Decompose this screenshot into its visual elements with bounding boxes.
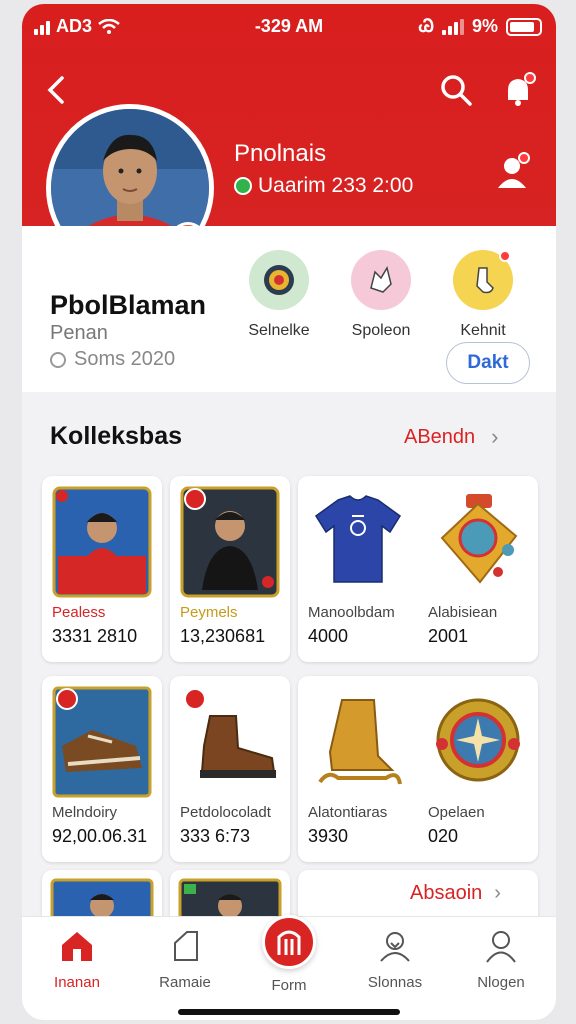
profile-since: Soms 2020 [50,348,175,371]
item-name: Alatontiaras [308,804,388,821]
status-bar: AD3 -329 AM Ꮚ 9% [22,4,556,48]
mini-avatar-dot [518,152,530,164]
status-right: Ꮚ 9% [419,16,542,37]
item-price: 2001 [428,626,469,646]
collection-item-pair: Alatontiaras 3930 Opelaen 020 [298,676,538,862]
hero-title: Pnolnais [234,140,327,167]
notifications-button[interactable] [498,70,538,110]
nav-item-nlogen[interactable]: Nlogen [456,929,546,991]
center-add-button[interactable] [262,915,316,969]
item-price: 3930 [308,826,349,846]
item-name: Petdolocoladt [180,804,271,821]
back-button[interactable] [42,72,72,108]
user-icon [486,931,516,963]
center-add-icon [277,930,301,955]
item-price: 13,230681 [180,626,266,646]
nav-label: Inanan [54,974,100,991]
collection-title: Kolleksbas [50,422,183,450]
collection-item[interactable]: Alatontiaras 3930 [298,676,418,862]
item-price: 333 6:73 [180,826,251,846]
battery-icon [506,17,542,36]
quick-action-dot [499,250,511,262]
tag-icon [174,931,198,961]
profile-since-text: Soms 2020 [74,348,176,370]
item-price: 020 [428,826,459,846]
jersey-icon [308,486,408,598]
collection-item-pair: Manoolbdam 4000 Alabisiean 2001 [298,476,538,662]
bottom-nav: Inanan Ramaie Form Slonnas Nlogen [22,915,556,1020]
collection-item[interactable]: Alabisiean 2001 [418,476,538,662]
item-price: 92,00.06.31 [52,826,148,846]
nav-item-form[interactable]: Form [244,977,334,994]
player-card-red-icon [52,486,152,598]
phone-screen: AD3 -329 AM Ꮚ 9% Pnolnais Uaarim 233 2:0… [22,4,556,1020]
collection-item[interactable]: Manoolbdam 4000 [298,476,418,662]
quick-action-kehnit[interactable]: Kehnit [438,250,528,340]
item-price: 3331 2810 [52,626,138,646]
nav-item-inanan[interactable]: Inanan [32,929,122,991]
item-name: Manoolbdam [308,604,395,621]
collection-grid: Pealess 3331 2810 Peymels 13,230681 Mano… [42,476,538,876]
profile-role: Penan [50,322,108,344]
nav-item-ramaie[interactable]: Ramaie [140,929,230,991]
hero-subtitle-text: Uaarim 233 2:00 [258,174,414,197]
quick-action-spoleon[interactable]: Spoleon [336,250,426,340]
nav-label: Ramaie [159,974,211,991]
item-price: 4000 [308,626,349,646]
profile-panel: PbolBlaman Penan Soms 2020 Selnelke Spol… [22,226,556,392]
search-icon [441,75,472,106]
collection-item[interactable]: Melndoiry 92,00.06.31 [42,676,162,862]
collection-row: Pealess 3331 2810 Peymels 13,230681 Mano… [42,476,538,662]
home-indicator [178,1009,400,1015]
battery-percent: 9% [471,16,498,36]
signal-strength-icon [441,18,464,35]
sock-icon [453,250,513,310]
network-indicator: Ꮚ [418,16,434,36]
quick-action-selnelke[interactable]: Selnelke [234,250,324,340]
quick-action-label: Spoleon [351,322,411,339]
item-name: Pealess [52,604,106,621]
item-badge [56,688,78,710]
item-name: Opelaen [428,804,485,821]
collection-link-text: ABendn [404,425,476,448]
item-badge [184,688,206,710]
medal-icon [428,486,528,598]
collection-item[interactable]: Peymels 13,230681 [170,476,290,662]
badge-icon [428,686,528,798]
soccer-ball-icon [249,250,309,310]
chevron-right-icon: › [491,424,499,449]
quick-action-label: Selnelke [248,322,310,339]
collection-see-all-link[interactable]: ABendn › [404,424,499,450]
item-name: Peymels [180,604,238,621]
home-icon [62,932,92,961]
clock-icon [50,351,66,368]
golden-boot-icon [308,686,408,798]
quick-action-label: Kehnit [460,322,506,339]
collection-row: Melndoiry 92,00.06.31 Petdolocoladt 333 … [42,676,538,862]
nav-item-slonnas[interactable]: Slonnas [350,929,440,991]
item-name: Alabisiean [428,604,498,621]
item-badge [184,488,206,510]
collection-item[interactable]: Opelaen 020 [418,676,538,862]
collection-item[interactable]: Petdolocoladt 333 6:73 [170,676,290,862]
nav-label: Nlogen [477,974,525,991]
notification-dot [524,72,536,84]
chevron-left-icon [47,76,64,104]
search-button[interactable] [438,72,474,108]
mini-avatar[interactable] [492,152,532,192]
dakt-button[interactable]: Dakt [446,342,530,384]
profile-name: PbolBlaman [50,290,207,320]
nav-label: Slonnas [367,974,423,991]
profile-heart-icon [380,932,410,962]
collection-item[interactable]: Pealess 3331 2810 [42,476,162,662]
more-link[interactable]: Absaoin › [410,882,501,905]
more-link-text: Absaoin [410,882,483,904]
hero-subtitle: Uaarim 233 2:00 [234,174,413,198]
item-name: Melndoiry [52,804,118,821]
verified-icon [234,177,252,195]
splash-icon [351,250,411,310]
nav-label: Form [271,977,307,994]
chevron-right-icon: › [494,882,501,904]
